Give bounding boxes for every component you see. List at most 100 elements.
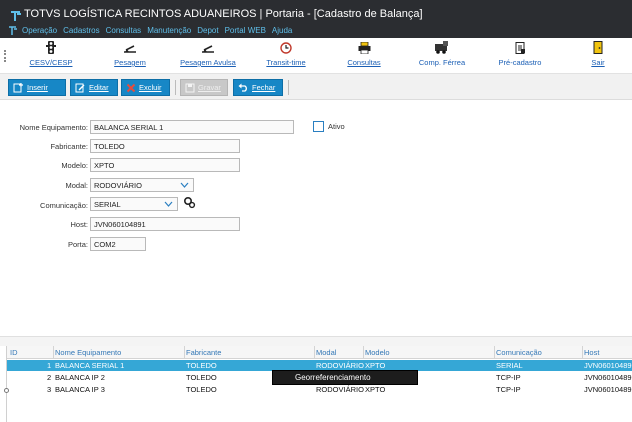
excluir-label: Excluir bbox=[139, 83, 162, 92]
ribbon-toolbar: CESV/CESP Pesagem Pesagem Avulsa Transit… bbox=[0, 38, 632, 74]
cell-nome: BALANCA IP 3 bbox=[55, 385, 105, 394]
cadastro-form: Nome Equipamento: BALANCA SERIAL 1 Ativo… bbox=[0, 100, 632, 336]
ribbon-transit-time-button[interactable]: Transit-time bbox=[262, 40, 310, 72]
cell-id: 1 bbox=[47, 361, 52, 370]
ribbon-sair-button[interactable]: Sair bbox=[586, 40, 610, 72]
delete-icon bbox=[126, 83, 136, 92]
cell-host: JVN060104891 bbox=[584, 373, 632, 382]
settings-gears-icon[interactable] bbox=[183, 196, 196, 209]
cell-nome: BALANCA SERIAL 1 bbox=[55, 361, 125, 370]
modelo-input[interactable]: XPTO bbox=[90, 158, 240, 172]
editar-button[interactable]: Editar bbox=[70, 79, 118, 96]
porta-input[interactable]: COM2 bbox=[90, 237, 146, 251]
column-divider bbox=[53, 346, 54, 359]
toolbar-separator bbox=[288, 80, 289, 95]
cell-modelo: XPTO bbox=[365, 385, 386, 394]
exit-door-icon bbox=[590, 40, 606, 55]
column-header-modal[interactable]: Modal bbox=[316, 348, 336, 357]
column-header-modelo[interactable]: Modelo bbox=[365, 348, 390, 357]
menu-consultas[interactable]: Consultas bbox=[106, 26, 142, 38]
modal-select-value: RODOVIÁRIO bbox=[94, 180, 142, 190]
ribbon-cesv-cesp-label: CESV/CESP bbox=[29, 58, 73, 67]
fechar-button[interactable]: Fechar bbox=[233, 79, 283, 96]
ribbon-sair-label: Sair bbox=[591, 58, 605, 67]
panel-divider bbox=[0, 336, 632, 346]
splitter-handle[interactable] bbox=[4, 388, 9, 393]
host-label: Host: bbox=[70, 220, 88, 229]
editar-label: Editar bbox=[89, 83, 109, 92]
ribbon-consultas-button[interactable]: Consultas bbox=[344, 40, 384, 72]
modelo-label: Modelo: bbox=[61, 161, 88, 170]
cell-modelo: XPTO bbox=[365, 361, 386, 370]
action-toolbar: Inserir Editar Excluir Gravar Fechar bbox=[0, 74, 632, 100]
nome-equipamento-label: Nome Equipamento: bbox=[19, 123, 88, 132]
cell-fabricante: TOLEDO bbox=[186, 373, 217, 382]
ribbon-pesagem-button[interactable]: Pesagem bbox=[110, 40, 150, 72]
menu-operacao[interactable]: Operação bbox=[22, 26, 57, 38]
column-header-id[interactable]: ID bbox=[10, 348, 18, 357]
title-bar: TOTVS LOGÍSTICA RECINTOS ADUANEIROS | Po… bbox=[0, 0, 632, 38]
porta-label: Porta: bbox=[67, 240, 88, 249]
ribbon-transit-time-label: Transit-time bbox=[266, 58, 306, 67]
menu-manutencao[interactable]: Manutenção bbox=[147, 26, 191, 38]
cell-fabricante: TOLEDO bbox=[186, 361, 217, 370]
comunicacao-label: Comunicação: bbox=[40, 201, 88, 210]
save-icon bbox=[185, 83, 195, 92]
app-logo-icon bbox=[11, 11, 21, 21]
cell-comunicacao: TCP-IP bbox=[496, 373, 521, 382]
traffic-light-icon bbox=[43, 40, 59, 55]
column-header-comunicacao[interactable]: Comunicação bbox=[496, 348, 542, 357]
ribbon-pre-cadastro-label: Pré-cadastro bbox=[498, 58, 542, 67]
table-row[interactable]: 3 BALANCA IP 3 TOLEDO RODOVIÁRIO XPTO TC… bbox=[7, 384, 632, 395]
context-menu-georreferenciamento[interactable]: Georreferenciamento bbox=[295, 373, 371, 382]
excluir-button[interactable]: Excluir bbox=[121, 79, 170, 96]
comunicacao-select[interactable]: SERIAL bbox=[90, 197, 178, 211]
column-divider bbox=[582, 346, 583, 359]
ribbon-comp-ferrea-button[interactable]: Comp. Férrea bbox=[416, 40, 468, 72]
chevron-down-icon bbox=[180, 182, 189, 188]
train-icon bbox=[434, 40, 450, 55]
column-divider bbox=[184, 346, 185, 359]
cell-comunicacao: TCP-IP bbox=[496, 385, 521, 394]
cell-modal: RODOVIÁRIO bbox=[316, 361, 364, 370]
printer-icon bbox=[356, 40, 372, 55]
inserir-button[interactable]: Inserir bbox=[8, 79, 66, 96]
ribbon-consultas-label: Consultas bbox=[347, 58, 381, 67]
document-icon bbox=[512, 40, 528, 55]
edit-icon bbox=[75, 83, 85, 92]
gravar-label: Gravar bbox=[198, 83, 221, 92]
menu-cadastros[interactable]: Cadastros bbox=[63, 26, 99, 38]
menu-ajuda[interactable]: Ajuda bbox=[272, 26, 292, 38]
ribbon-grip[interactable] bbox=[4, 50, 6, 62]
host-input[interactable]: JVN060104891 bbox=[90, 217, 240, 231]
cell-modal: RODOVIÁRIO bbox=[316, 385, 364, 394]
window-title: TOTVS LOGÍSTICA RECINTOS ADUANEIROS | Po… bbox=[24, 8, 423, 20]
cell-nome: BALANCA IP 2 bbox=[55, 373, 105, 382]
modal-label: Modal: bbox=[65, 181, 88, 190]
nome-equipamento-input[interactable]: BALANCA SERIAL 1 bbox=[90, 120, 294, 134]
column-header-host[interactable]: Host bbox=[584, 348, 599, 357]
inserir-label: Inserir bbox=[27, 83, 48, 92]
ribbon-pre-cadastro-button[interactable]: Pré-cadastro bbox=[494, 40, 546, 72]
cell-host: JVN060104891 bbox=[584, 385, 632, 394]
app-menu-icon[interactable] bbox=[8, 26, 18, 36]
gravar-button[interactable]: Gravar bbox=[180, 79, 228, 96]
modal-select[interactable]: RODOVIÁRIO bbox=[90, 178, 194, 192]
scale-icon bbox=[200, 40, 216, 55]
ribbon-cesv-cesp-button[interactable]: CESV/CESP bbox=[30, 40, 72, 72]
ribbon-pesagem-avulsa-label: Pesagem Avulsa bbox=[180, 58, 236, 67]
column-header-nome[interactable]: Nome Equipamento bbox=[55, 348, 121, 357]
menu-bar: Operação Cadastros Consultas Manutenção … bbox=[22, 26, 292, 38]
column-header-fabricante[interactable]: Fabricante bbox=[186, 348, 221, 357]
context-menu: Georreferenciamento bbox=[272, 370, 418, 385]
menu-depot[interactable]: Depot bbox=[197, 26, 218, 38]
fabricante-input[interactable]: TOLEDO bbox=[90, 139, 240, 153]
ribbon-pesagem-label: Pesagem bbox=[114, 58, 146, 67]
ativo-checkbox[interactable] bbox=[313, 121, 324, 132]
comunicacao-select-value: SERIAL bbox=[94, 199, 121, 209]
ribbon-pesagem-avulsa-button[interactable]: Pesagem Avulsa bbox=[178, 40, 238, 72]
cell-host: JVN060104891 bbox=[584, 361, 632, 370]
fechar-label: Fechar bbox=[252, 83, 276, 92]
menu-portal-web[interactable]: Portal WEB bbox=[225, 26, 266, 38]
undo-arrow-icon bbox=[238, 83, 247, 92]
